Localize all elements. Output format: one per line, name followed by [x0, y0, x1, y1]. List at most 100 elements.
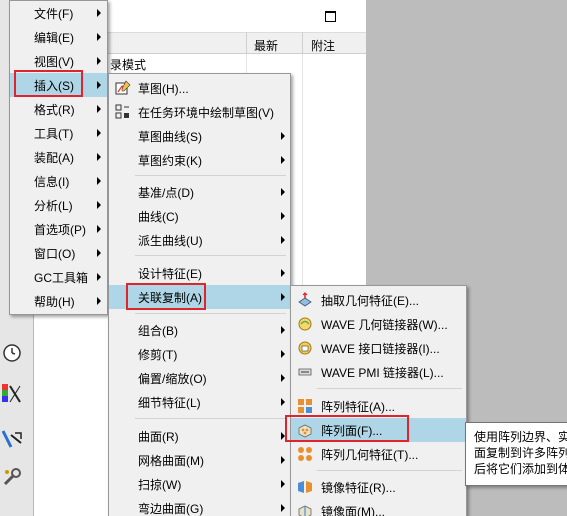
menu-item-label: 文件(F) — [34, 6, 74, 21]
maximize-icon[interactable] — [325, 11, 336, 22]
submenu-arrow-icon — [281, 398, 285, 406]
menu-item-label: 曲面(R) — [138, 429, 179, 444]
menu-item-sketch-in-task[interactable]: 在任务环境中绘制草图(V) — [109, 100, 290, 124]
sketch-task-icon — [115, 104, 131, 120]
menu-separator — [135, 418, 286, 419]
menu-item-format[interactable]: 格式(R) — [10, 97, 107, 121]
menu-item-wave-pmi-linker[interactable]: WAVE PMI 链接器(L)... — [291, 360, 466, 384]
highlight-box-pattern-face — [285, 415, 409, 442]
menu-item-datum-point[interactable]: 基准/点(D) — [109, 180, 290, 204]
submenu-arrow-icon — [281, 480, 285, 488]
wave-interface-linker-icon — [297, 340, 313, 356]
menu-item-extract-geometry[interactable]: 抽取几何特征(E)... — [291, 288, 466, 312]
menu-item-label: 阵列特征(A)... — [321, 399, 395, 414]
extract-geometry-icon — [297, 292, 313, 308]
menu-separator — [135, 175, 286, 176]
tree-node-text[interactable]: 录模式 — [110, 56, 146, 73]
highlight-box-insert — [14, 70, 83, 97]
submenu-arrow-icon — [97, 57, 101, 65]
menu-item-mirror-face[interactable]: 镜像面(M)... — [291, 499, 466, 516]
clock-icon[interactable] — [1, 342, 23, 364]
menu-item-sketch-curve[interactable]: 草图曲线(S) — [109, 124, 290, 148]
menu-item-wave-geometry-linker[interactable]: WAVE 几何链接器(W)... — [291, 312, 466, 336]
menu-item-gc-toolbox[interactable]: GC工具箱 — [10, 265, 107, 289]
menu-item-analysis[interactable]: 分析(L) — [10, 193, 107, 217]
menu-item-mirror-feature[interactable]: 镜像特征(R)... — [291, 475, 466, 499]
tools-icon[interactable] — [1, 466, 23, 488]
menu-item-label: 信息(I) — [34, 174, 70, 189]
menu-item-assembly[interactable]: 装配(A) — [10, 145, 107, 169]
menu-item-label: WAVE PMI 链接器(L)... — [321, 365, 444, 380]
menu-item-trim[interactable]: 修剪(T) — [109, 342, 290, 366]
menu-item-label: 首选项(P) — [34, 222, 86, 237]
tooltip-line: 面复制到许多阵列 — [474, 446, 567, 460]
menu-item-label: 格式(R) — [34, 102, 75, 117]
color-palette-icon[interactable] — [1, 382, 23, 404]
menu-item-label: WAVE 接口链接器(I)... — [321, 341, 440, 356]
menu-item-help[interactable]: 帮助(H) — [10, 289, 107, 313]
submenu-arrow-icon — [97, 201, 101, 209]
submenu-arrow-icon — [281, 326, 285, 334]
menu-item-combine[interactable]: 组合(B) — [109, 318, 290, 342]
menu-item-label: 视图(V) — [34, 54, 74, 69]
menu-item-window[interactable]: 窗口(O) — [10, 241, 107, 265]
submenu-arrow-icon — [97, 153, 101, 161]
menu-item-label: 偏置/缩放(O) — [138, 371, 207, 386]
column-header-note[interactable]: 附注 — [311, 37, 335, 54]
menu-item-label: 帮助(H) — [34, 294, 75, 309]
menu-item-design-feature[interactable]: 设计特征(E) — [109, 261, 290, 285]
tooltip-line: 使用阵列边界、实 — [474, 430, 567, 444]
menu-item-tools[interactable]: 工具(T) — [10, 121, 107, 145]
submenu-arrow-icon — [281, 156, 285, 164]
menu-item-label: 派生曲线(U) — [138, 233, 203, 248]
submenu-arrow-icon — [97, 9, 101, 17]
menu-item-label: 工具(T) — [34, 126, 74, 141]
menu-item-preferences[interactable]: 首选项(P) — [10, 217, 107, 241]
menu-item-surface[interactable]: 曲面(R) — [109, 424, 290, 448]
menu-item-sketch[interactable]: 草图(H)... — [109, 76, 290, 100]
menu-item-label: 扫掠(W) — [138, 477, 182, 492]
submenu-arrow-icon — [97, 33, 101, 41]
mirror-feature-icon — [297, 479, 313, 495]
menu-separator — [135, 255, 286, 256]
submenu-arrow-icon — [281, 188, 285, 196]
measure-icon[interactable] — [1, 428, 23, 450]
tooltip-line: 后将它们添加到体 — [474, 462, 567, 476]
menu-item-flange-surface[interactable]: 弯边曲面(G) — [109, 496, 290, 516]
menu-item-sketch-constraint[interactable]: 草图约束(K) — [109, 148, 290, 172]
menu-separator — [135, 313, 286, 314]
menu-item-curve[interactable]: 曲线(C) — [109, 204, 290, 228]
menu-item-derived-curve[interactable]: 派生曲线(U) — [109, 228, 290, 252]
menu-item-mesh-surface[interactable]: 网格曲面(M) — [109, 448, 290, 472]
submenu-arrow-icon — [97, 129, 101, 137]
menu-item-file[interactable]: 文件(F) — [10, 1, 107, 25]
submenu-arrow-icon — [281, 293, 285, 301]
menu-item-label: 网格曲面(M) — [138, 453, 204, 468]
sketch-icon — [115, 80, 131, 96]
menu-item-pattern-geometry[interactable]: 阵列几何特征(T)... — [291, 442, 466, 466]
menu-item-label: 镜像面(M)... — [321, 504, 385, 516]
menu-separator — [317, 470, 462, 471]
menu-item-edit[interactable]: 编辑(E) — [10, 25, 107, 49]
menu-item-detail-feature[interactable]: 细节特征(L) — [109, 390, 290, 414]
submenu-arrow-icon — [97, 273, 101, 281]
menu-item-label: 抽取几何特征(E)... — [321, 293, 419, 308]
main-menu: 文件(F) 编辑(E) 视图(V) 插入(S) 格式(R) 工具(T) 装配(A… — [9, 0, 108, 315]
column-header-latest[interactable]: 最新 — [254, 37, 278, 54]
submenu-arrow-icon — [281, 456, 285, 464]
submenu-arrow-icon — [281, 236, 285, 244]
menu-item-label: 装配(A) — [34, 150, 74, 165]
menu-item-information[interactable]: 信息(I) — [10, 169, 107, 193]
menu-item-label: 设计特征(E) — [138, 266, 202, 281]
menu-item-sweep[interactable]: 扫掠(W) — [109, 472, 290, 496]
submenu-arrow-icon — [281, 269, 285, 277]
menu-item-offset-scale[interactable]: 偏置/缩放(O) — [109, 366, 290, 390]
submenu-arrow-icon — [281, 374, 285, 382]
column-separator — [302, 32, 303, 54]
menu-item-wave-interface-linker[interactable]: WAVE 接口链接器(I)... — [291, 336, 466, 360]
menu-item-label: 组合(B) — [138, 323, 178, 338]
menu-item-label: 修剪(T) — [138, 347, 178, 362]
menu-item-label: 分析(L) — [34, 198, 73, 213]
menu-item-label: WAVE 几何链接器(W)... — [321, 317, 448, 332]
submenu-arrow-icon — [281, 350, 285, 358]
